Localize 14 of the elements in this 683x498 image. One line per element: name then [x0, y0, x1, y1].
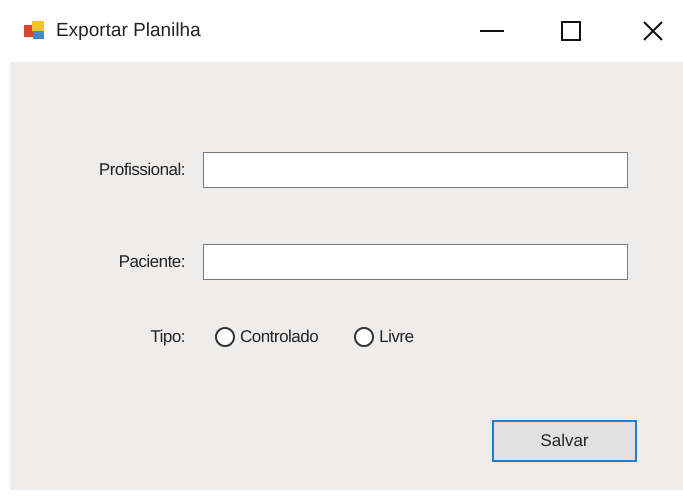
save-button[interactable]: Salvar — [492, 420, 637, 462]
field-label: Paciente: — [118, 251, 185, 274]
radio-label[interactable]: Livre — [379, 324, 414, 350]
text-field[interactable] — [203, 152, 628, 188]
text-field[interactable] — [203, 244, 628, 280]
close-icon[interactable] — [643, 21, 663, 41]
radio-button[interactable] — [215, 326, 235, 347]
window-title: Exportar Planilha — [56, 18, 201, 43]
radio-label[interactable]: Controlado — [240, 324, 318, 350]
field-label: Tipo: — [149, 326, 185, 348]
field-label: Profissional: — [98, 159, 185, 182]
maximize-icon[interactable] — [561, 21, 581, 41]
app-icon — [24, 21, 46, 41]
radio-button[interactable] — [354, 326, 374, 347]
